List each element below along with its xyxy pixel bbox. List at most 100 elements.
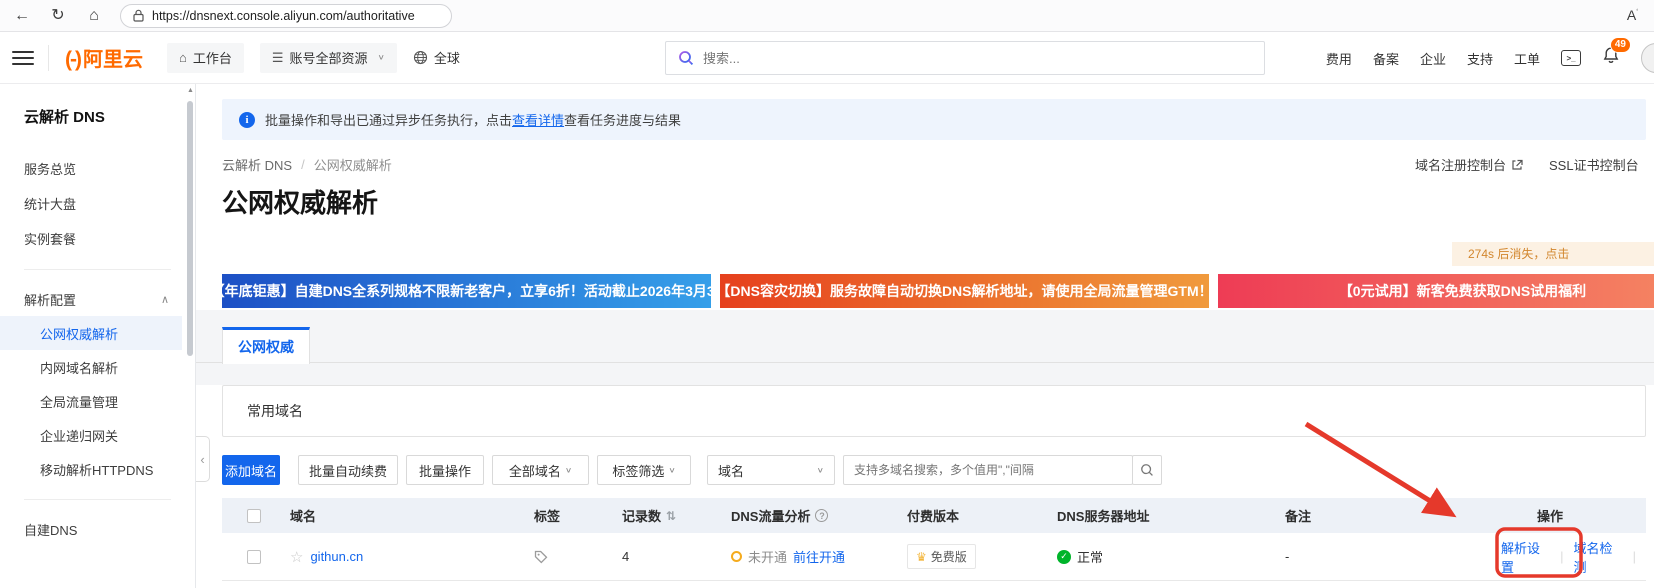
chevron-down-icon: ∨ — [565, 466, 572, 474]
row-checkbox[interactable] — [247, 550, 261, 564]
sidebar: 云解析 DNS 服务总览 统计大盘 实例套餐 解析配置 ∧ 公网权威解析 内网域… — [0, 84, 196, 588]
domain-check-link[interactable]: 域名检测 — [1574, 538, 1623, 576]
sidebar-scrollbar[interactable]: ▲ — [186, 86, 194, 586]
global-search[interactable] — [665, 41, 1265, 75]
record-count: 4 — [616, 549, 716, 564]
menu-icp[interactable]: 备案 — [1373, 49, 1399, 68]
all-domains-dropdown[interactable]: 全部域名∨ — [492, 455, 589, 485]
sidebar-item-httpdns[interactable]: 移动解析HTTPDNS — [0, 452, 182, 486]
console-header: (-) 阿里云 ⌂ 工作台 ☰ 账号全部资源 ∨ 全球 费用 备案 企业 支持 … — [0, 32, 1654, 84]
breadcrumb-current: 公网权威解析 — [314, 155, 392, 174]
breadcrumb: 云解析 DNS / 公网权威解析 — [222, 155, 392, 174]
star-icon[interactable]: ☆ — [290, 548, 303, 566]
domain-register-console-link[interactable]: 域名注册控制台 — [1415, 155, 1523, 174]
search-field-select[interactable]: 域名∨ — [707, 455, 835, 485]
menu-tickets[interactable]: 工单 — [1514, 49, 1540, 68]
chevron-up-icon: ∧ — [161, 293, 169, 306]
remark-cell: - — [1276, 549, 1481, 564]
help-icon[interactable]: ? — [815, 509, 828, 522]
chevron-down-icon: ∨ — [817, 466, 824, 474]
table-header-row: 域名 标签 记录数⇅ DNS流量分析? 付费版本 DNS服务器地址 备注 操作 — [222, 498, 1646, 533]
workbench-button[interactable]: ⌂ 工作台 — [167, 43, 244, 73]
search-icon — [1140, 463, 1154, 477]
traffic-status: 未开通 — [748, 547, 787, 566]
crown-icon: ♛ — [916, 551, 927, 563]
actions-cell: 解析设置 | 域名检测 | — [1481, 538, 1646, 576]
globe-icon — [413, 50, 428, 65]
menu-enterprise[interactable]: 企业 — [1420, 49, 1446, 68]
tag-icon[interactable] — [534, 550, 548, 564]
col-tags: 标签 — [526, 506, 616, 525]
col-domain: 域名 — [266, 506, 526, 525]
dns-server-status-cell: ✓ 正常 — [1046, 547, 1276, 566]
external-link-icon — [1511, 159, 1523, 171]
breadcrumb-dns[interactable]: 云解析 DNS — [222, 155, 292, 174]
sidebar-collapse-handle[interactable]: ‹ — [196, 436, 210, 482]
select-all-checkbox[interactable] — [247, 509, 261, 523]
home-icon: ⌂ — [179, 51, 187, 64]
address-bar[interactable]: https://dnsnext.console.aliyun.com/autho… — [120, 4, 452, 28]
notifications-button[interactable]: 49 — [1602, 46, 1620, 70]
global-search-input[interactable] — [703, 51, 1252, 66]
banner-countdown[interactable]: 274s 后消失，点击 — [1452, 242, 1654, 266]
breadcrumb-separator: / — [301, 157, 305, 172]
enable-traffic-link[interactable]: 前往开通 — [793, 547, 845, 566]
promo-banner-gtm[interactable]: 【DNS容灾切换】服务故障自动切换DNS解析地址，请使用全局流量管理GTM！ — [720, 274, 1209, 308]
region-global-button[interactable]: 全球 — [413, 43, 460, 73]
col-dns-server: DNS服务器地址 — [1046, 506, 1276, 525]
sidebar-item-self-built-dns[interactable]: 自建DNS — [0, 512, 195, 547]
view-details-link[interactable]: 查看详情 — [512, 113, 564, 128]
dns-settings-link[interactable]: 解析设置 — [1501, 538, 1550, 576]
promo-banner-free-trial[interactable]: 【0元试用】新客免费获取DNS试用福利 — [1218, 274, 1654, 308]
domain-search-input[interactable] — [843, 455, 1133, 485]
home-icon[interactable]: ⌂ — [84, 8, 104, 24]
promo-banner-discount[interactable]: 【年底钜惠】自建DNS全系列规格不限新老客户，立享6折！活动截止2026年3月3… — [222, 274, 711, 308]
divider — [24, 269, 171, 270]
scrollbar-thumb[interactable] — [187, 101, 193, 356]
col-remark: 备注 — [1276, 506, 1481, 525]
col-records: 记录数⇅ — [616, 506, 716, 525]
tab-public-authoritative[interactable]: 公网权威 — [222, 327, 310, 364]
check-icon: ✓ — [1057, 550, 1071, 564]
sidebar-item-public-authoritative[interactable]: 公网权威解析 — [0, 316, 182, 350]
sidebar-item-stats-dashboard[interactable]: 统计大盘 — [0, 186, 195, 221]
sort-icon[interactable]: ⇅ — [666, 509, 676, 523]
tag-filter-dropdown[interactable]: 标签筛选∨ — [597, 455, 691, 485]
list-icon: ☰ — [272, 51, 284, 64]
domain-table: 域名 标签 记录数⇅ DNS流量分析? 付费版本 DNS服务器地址 备注 操作 … — [222, 498, 1646, 581]
domain-link[interactable]: githun.cn — [310, 549, 363, 564]
batch-auto-renew-button[interactable]: 批量自动续费 — [298, 455, 398, 485]
plan-badge: ♛ 免费版 — [907, 544, 976, 569]
common-domains-panel[interactable]: 常用域名 — [222, 385, 1646, 437]
back-icon[interactable]: ← — [12, 8, 32, 24]
batch-operations-button[interactable]: 批量操作 — [406, 455, 484, 485]
scroll-up-icon[interactable]: ▲ — [187, 87, 194, 94]
divider — [48, 45, 49, 71]
menu-billing[interactable]: 费用 — [1326, 49, 1352, 68]
sidebar-group-dns-config[interactable]: 解析配置 ∧ — [0, 282, 195, 316]
menu-support[interactable]: 支持 — [1467, 49, 1493, 68]
sidebar-item-recursive-gateway[interactable]: 企业递归网关 — [0, 418, 182, 452]
avatar[interactable] — [1641, 43, 1654, 73]
resources-dropdown[interactable]: ☰ 账号全部资源 ∨ — [260, 43, 397, 73]
add-domain-button[interactable]: 添加域名 — [222, 455, 280, 485]
aliyun-logo[interactable]: (-) 阿里云 — [65, 43, 143, 72]
dns-status: 正常 — [1077, 547, 1103, 566]
url-text[interactable]: https://dnsnext.console.aliyun.com/autho… — [152, 9, 415, 23]
col-traffic: DNS流量分析? — [716, 506, 896, 525]
not-enabled-icon — [731, 551, 742, 562]
font-size-icon[interactable]: Aʻ — [1627, 7, 1638, 23]
sidebar-item-gtm[interactable]: 全局流量管理 — [0, 384, 182, 418]
refresh-icon[interactable]: ↻ — [48, 8, 68, 24]
sidebar-item-instance-plans[interactable]: 实例套餐 — [0, 221, 195, 256]
ssl-console-link[interactable]: SSL证书控制台 — [1549, 155, 1639, 174]
cloudshell-icon[interactable]: >_ — [1561, 50, 1581, 66]
sidebar-item-private-dns[interactable]: 内网域名解析 — [0, 350, 182, 384]
search-submit-button[interactable] — [1132, 455, 1162, 485]
aliyun-logo-mark: (-) — [65, 48, 80, 72]
divider: | — [1633, 549, 1636, 564]
menu-hamburger-icon[interactable] — [12, 51, 34, 65]
browser-toolbar: ← ↻ ⌂ https://dnsnext.console.aliyun.com… — [0, 0, 1654, 32]
sidebar-item-service-overview[interactable]: 服务总览 — [0, 151, 195, 186]
main-content: i 批量操作和导出已通过异步任务执行，点击查看详情查看任务进度与结果 云解析 D… — [196, 84, 1654, 588]
